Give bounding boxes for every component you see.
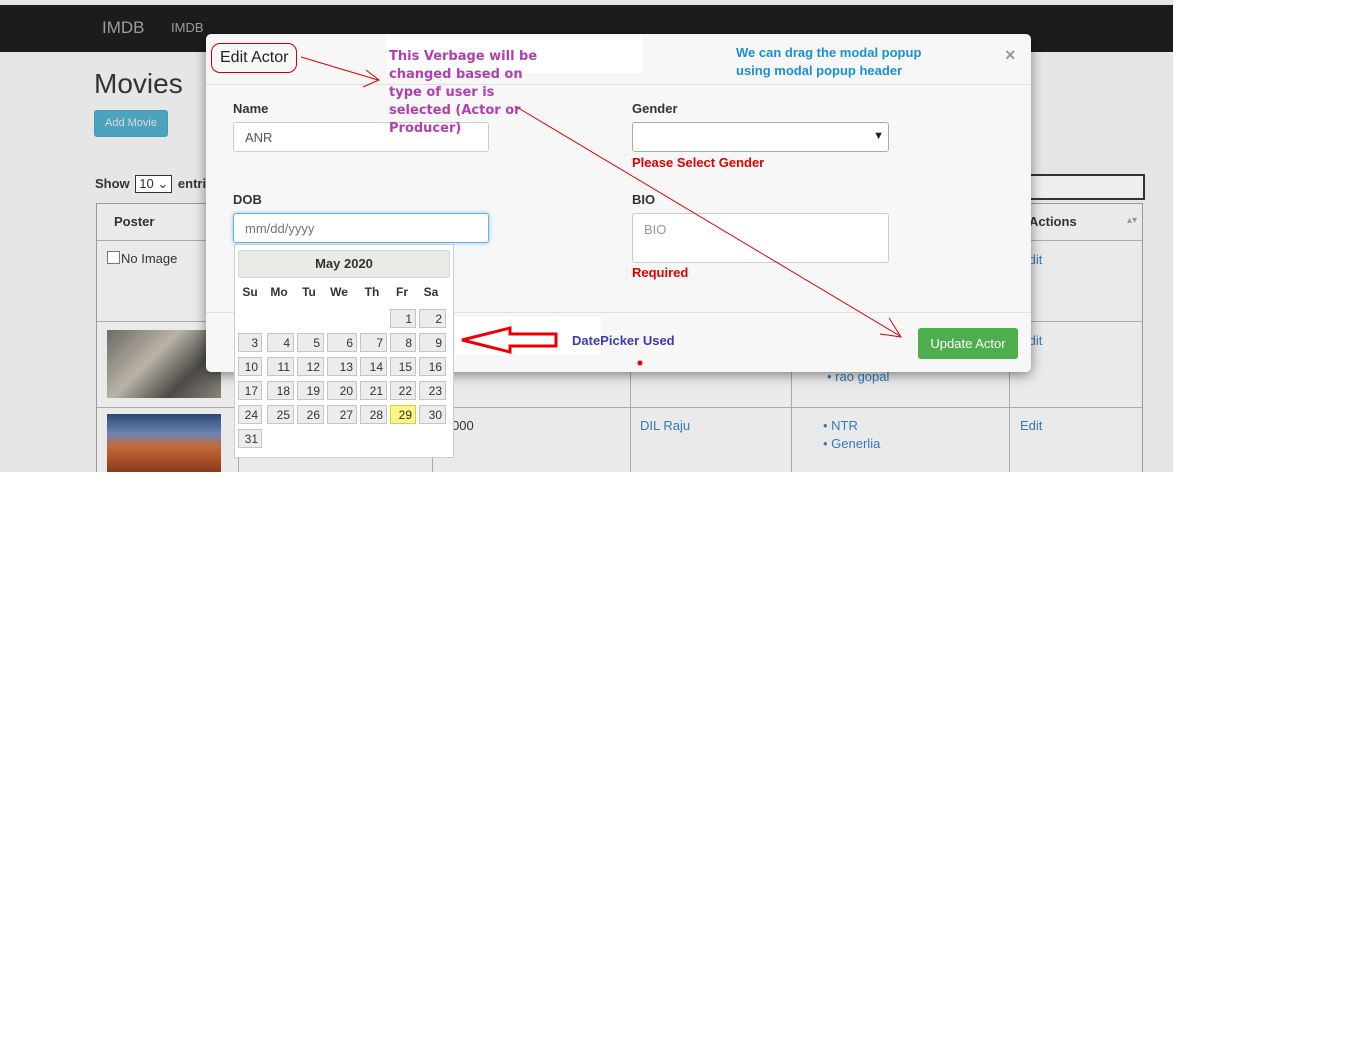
arrowhead — [362, 69, 380, 88]
arrow-line — [514, 105, 901, 337]
arrow-line — [300, 56, 379, 81]
arrow-left-icon — [461, 326, 558, 354]
screenshot-area: IMDB IMDB Movies Add Movie Show 10 ⌄ ent… — [0, 0, 1173, 472]
annotation-arrows — [300, 56, 903, 366]
annotation-dot — [637, 360, 643, 366]
